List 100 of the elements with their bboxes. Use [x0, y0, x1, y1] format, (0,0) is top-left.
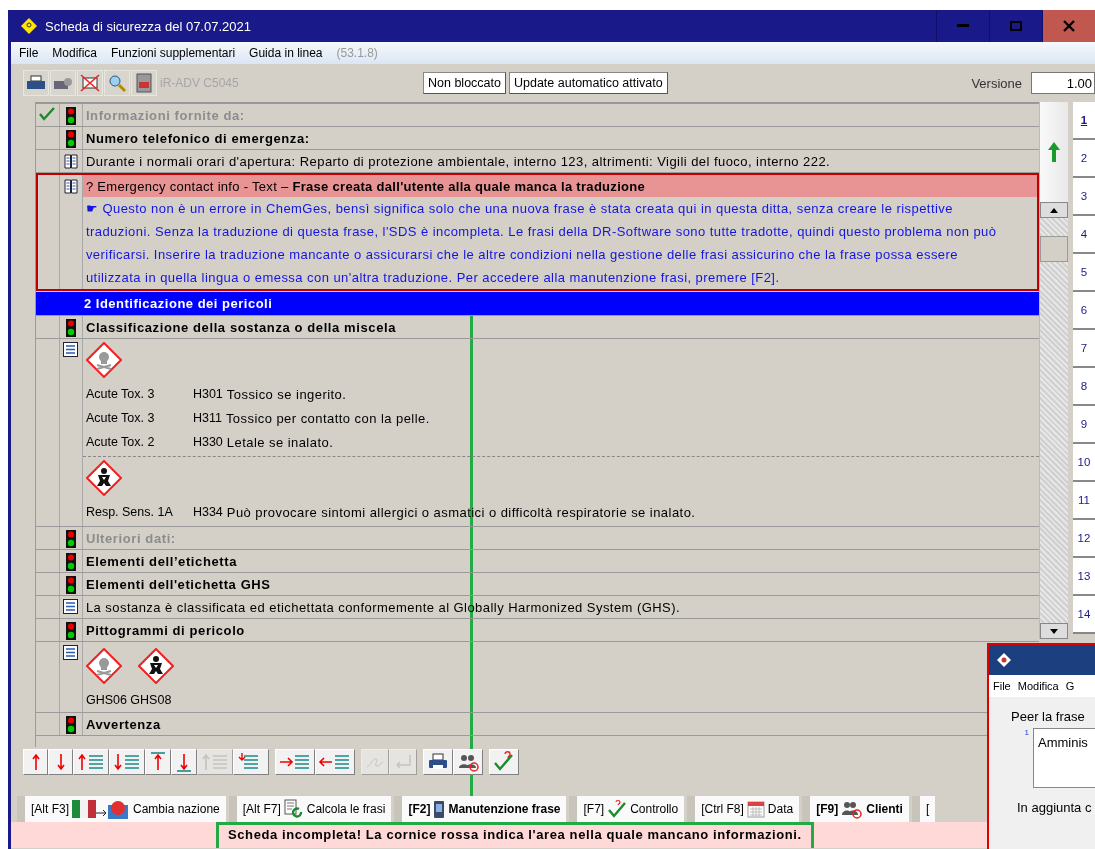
function-tab[interactable]: [F9] Clienti	[802, 796, 909, 822]
pictogram-codes: GHS06 GHS08	[85, 693, 172, 707]
version-field[interactable]: 1.00	[1031, 72, 1095, 94]
printer-gear-icon	[53, 75, 73, 91]
page-tab[interactable]: 14	[1073, 596, 1095, 634]
page-tab[interactable]: 4	[1073, 216, 1095, 254]
function-tab[interactable]: [	[911, 796, 936, 822]
traffic-light-icon	[65, 130, 76, 148]
hazard-code: H301	[192, 387, 223, 401]
edit-tool-button[interactable]	[109, 749, 145, 775]
status-message: Scheda incompleta! La cornice rossa indica l'area nella quale mancano informazioni.	[216, 822, 814, 848]
hazard-code: H334	[192, 505, 223, 519]
traffic-light-icon	[65, 716, 76, 734]
function-tab[interactable]: [F2] Manutenzione frase	[394, 796, 567, 822]
edit-tool-button[interactable]	[145, 749, 171, 775]
page-tab[interactable]: 3	[1073, 178, 1095, 216]
traffic-light-icon	[65, 622, 76, 640]
printer-button[interactable]	[23, 70, 49, 96]
section-bar[interactable]: 2 Identificazione dei pericoli	[35, 292, 1039, 316]
function-tab[interactable]: [F7] Controllo	[569, 796, 685, 822]
window-title: Scheda di sicurezza del 07.07.2021	[45, 18, 252, 34]
section-heading: Informazioni fornite da:	[85, 107, 245, 123]
page-tab[interactable]: 6	[1073, 292, 1095, 330]
edit-tool-button[interactable]	[23, 749, 48, 775]
health-hazard-pictogram-icon	[137, 648, 174, 684]
page-tab[interactable]: 1	[1073, 102, 1095, 140]
menu-item[interactable]: Modifica	[1017, 680, 1059, 692]
check-icon	[607, 799, 628, 819]
menu-item[interactable]: G	[1065, 680, 1075, 692]
prompt-text: Peer la frase	[1011, 709, 1086, 724]
section-heading: Numero telefonico di emergenza:	[85, 130, 310, 146]
scroll-up-button[interactable]	[1040, 202, 1068, 218]
book-icon	[63, 153, 78, 169]
search-icon	[107, 73, 127, 93]
skull-pictogram-icon	[85, 648, 122, 684]
version-number: (53.1.8)	[336, 46, 378, 60]
scroll-down-button[interactable]	[1040, 623, 1068, 639]
document-icon	[135, 73, 153, 93]
no-print-button[interactable]	[77, 70, 103, 96]
list-icon	[63, 645, 79, 660]
pdf-button[interactable]	[131, 70, 157, 96]
status-button[interactable]: Non bloccato	[423, 72, 506, 94]
page-tab[interactable]: 12	[1073, 520, 1095, 558]
missing-translation-title: ? Emergency contact info - Text – Frase creata dall'utente alla quale manca la traduzione	[85, 178, 646, 194]
traffic-light-icon	[65, 553, 76, 571]
status-button[interactable]: Update automatico attivato	[508, 72, 668, 94]
hazard-class: Acute Tox. 2	[85, 435, 156, 449]
list-icon	[63, 342, 79, 357]
phrase-text: Durante i normali orari d'apertura: Reparto di protezione ambientale, interno 123, altrimenti: Vigili del fuoco, interno 222.	[85, 153, 831, 169]
caret-down-icon	[1050, 628, 1058, 634]
warning-text: ☛ Questo non è un errore in ChemGes, bensì significa solo che una nuova frase è stata creata qui in questa ditta, senza creare le rispettive traduzioni. Senza la traduzione di questa frase, l'SDS è incompleta. Le frasi della DR-Software sono tutte tradotte, quindi questo problema non può verificarsi. Inserire la traduzione mancante o assicurarsi che le altre condizioni nella gestione delle frasi assicurino che la frase possa essere utilizzata in quella lingua o emessa con un'altra traduzione. Per accedere alla manutenzione frasi, premere [F2].	[85, 201, 997, 285]
menu-item[interactable]: Guida in linea	[249, 46, 323, 60]
edit-tool-button[interactable]	[233, 749, 269, 775]
page-tab[interactable]: 8	[1073, 368, 1095, 406]
search-button[interactable]	[104, 70, 130, 96]
traffic-light-icon	[65, 576, 76, 594]
note-text: In aggiunta c	[1017, 800, 1093, 815]
page-tab[interactable]: 2	[1073, 140, 1095, 178]
function-tab[interactable]: [Ctrl F8] Data	[687, 796, 800, 822]
edit-tool-button[interactable]	[48, 749, 73, 775]
flag-to-question-icon	[72, 799, 130, 819]
crossed-printer-icon	[80, 74, 100, 92]
menu-item[interactable]: Modifica	[52, 46, 98, 60]
section-title: 2 Identificazione dei pericoli	[83, 296, 273, 311]
edit-tool-button[interactable]	[489, 749, 519, 775]
page-tab[interactable]: 9	[1073, 406, 1095, 444]
menu-item[interactable]: File	[19, 46, 39, 60]
traffic-light-icon	[65, 319, 76, 337]
section-heading: Classificazione della sostanza o della miscela	[85, 319, 396, 335]
edit-tool-button[interactable]	[453, 749, 483, 775]
skull-pictogram-icon	[85, 342, 122, 378]
scroll-thumb[interactable]	[1040, 236, 1068, 262]
edit-tool-button[interactable]	[171, 749, 197, 775]
page-tab[interactable]: 11	[1073, 482, 1095, 520]
phrase-field[interactable]: Amminis	[1033, 728, 1095, 788]
app-logo-icon	[997, 653, 1011, 667]
page-tab[interactable]: 13	[1073, 558, 1095, 596]
edit-tool-button[interactable]	[423, 749, 453, 775]
function-tab[interactable]: [Alt F7] Calcola le frasi	[228, 796, 392, 822]
page-tab[interactable]: 10	[1073, 444, 1095, 482]
hazard-class: Acute Tox. 3	[85, 411, 156, 425]
menu-item[interactable]: File	[993, 680, 1011, 692]
caret-up-icon	[1050, 207, 1058, 213]
function-tab[interactable]: [Alt F3] Cambia nazione	[17, 796, 226, 822]
printer-settings-button[interactable]	[50, 70, 76, 96]
phone-icon	[433, 799, 446, 819]
close-button[interactable]	[1042, 10, 1095, 42]
edit-tool-button[interactable]	[73, 749, 109, 775]
page-tab[interactable]: 7	[1073, 330, 1095, 368]
menu-item[interactable]: Funzioni supplementari	[111, 46, 236, 60]
section-heading: Ulteriori dati:	[85, 530, 176, 546]
people-icon	[841, 799, 864, 819]
traffic-light-icon	[65, 530, 76, 548]
edit-tool-button[interactable]	[275, 749, 315, 775]
version-label: Versione	[971, 75, 1022, 91]
section-heading: Elementi dell'etichetta GHS	[85, 576, 271, 592]
edit-tool-button[interactable]	[315, 749, 355, 775]
up-arrow-icon[interactable]	[1048, 142, 1060, 162]
calendar-icon	[746, 800, 765, 818]
page-tab[interactable]: 5	[1073, 254, 1095, 292]
